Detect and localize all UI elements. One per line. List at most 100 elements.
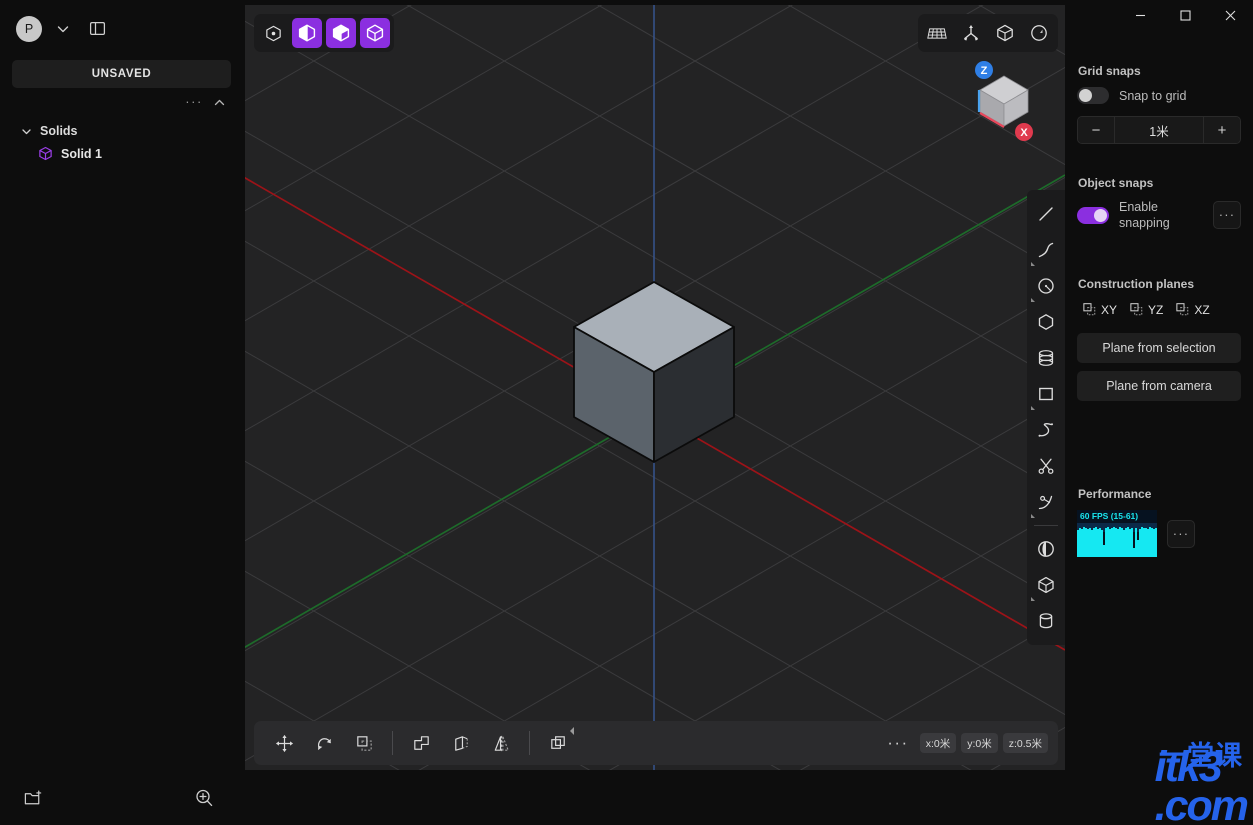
- plane-xz-icon: [1176, 303, 1189, 316]
- grid-size-stepper: − 1米 +: [1077, 116, 1241, 144]
- new-folder-button[interactable]: [20, 785, 46, 811]
- tree-collapse-button[interactable]: [212, 95, 227, 110]
- viewport-column: Z X ··· x:0米 y:0米 z:0.5米: [245, 0, 1065, 825]
- zoom-search-button[interactable]: [191, 785, 217, 811]
- cad-application-window: P UNSAVED ··· Solids Solid 1 Z X ··· x:0…: [0, 0, 1253, 825]
- trim-tool-button[interactable]: [1029, 448, 1063, 484]
- cylinder-tool-button[interactable]: [1029, 603, 1063, 639]
- sphere-icon: [1038, 541, 1054, 557]
- spline-tool-button[interactable]: [1029, 412, 1063, 448]
- orbit-camera-button[interactable]: [1024, 18, 1054, 48]
- object-snaps-more-button[interactable]: ···: [1213, 201, 1241, 229]
- grid-size-value[interactable]: 1米: [1114, 117, 1204, 143]
- offset-tool-button[interactable]: [1029, 340, 1063, 376]
- box-icon: [1038, 576, 1054, 594]
- axes-gizmo-button[interactable]: [956, 18, 986, 48]
- toolstrip-separator: [1034, 525, 1058, 526]
- plane-xy-button[interactable]: XY: [1079, 300, 1120, 319]
- grid-size-increment[interactable]: +: [1204, 117, 1240, 143]
- move-tool-button[interactable]: [267, 726, 301, 760]
- snap-to-grid-row: Snap to grid: [1077, 87, 1241, 104]
- plane-yz-button[interactable]: YZ: [1126, 300, 1166, 319]
- 3d-viewport[interactable]: Z X ··· x:0米 y:0米 z:0.5米: [245, 5, 1065, 770]
- extrude-icon: [454, 735, 468, 751]
- face-select-button[interactable]: [326, 18, 356, 48]
- wireframe-toggle-button[interactable]: [990, 18, 1020, 48]
- rotate-tool-button[interactable]: [307, 726, 341, 760]
- viewcube-z-label: Z: [981, 65, 988, 77]
- performance-bars: [1077, 527, 1157, 557]
- tree-more-button[interactable]: ···: [182, 95, 206, 109]
- drawing-tools-strip: [1027, 190, 1065, 645]
- scale-tool-button[interactable]: [347, 726, 381, 760]
- snap-to-grid-label: Snap to grid: [1119, 88, 1187, 103]
- object-snaps-title: Object snaps: [1078, 176, 1154, 190]
- performance-graph[interactable]: 60 FPS (15-61): [1077, 510, 1157, 557]
- duplicate-icon: [550, 735, 565, 749]
- boolean-union-icon: [413, 735, 429, 750]
- arc-tool-button[interactable]: [1029, 232, 1063, 268]
- line-tool-button[interactable]: [1029, 196, 1063, 232]
- save-state-button[interactable]: UNSAVED: [12, 60, 231, 88]
- extrude-tool-button[interactable]: [444, 726, 478, 760]
- performance-bar: [1155, 528, 1157, 557]
- plane-label: XY: [1101, 302, 1118, 317]
- polygon-tool-button[interactable]: [1029, 304, 1063, 340]
- avatar[interactable]: P: [16, 15, 42, 42]
- enable-snapping-toggle[interactable]: [1077, 206, 1109, 224]
- duplicate-tool-button[interactable]: [541, 726, 575, 760]
- flyout-indicator: [570, 727, 574, 735]
- arc-icon: [1038, 242, 1054, 258]
- save-state-label: UNSAVED: [91, 68, 152, 80]
- fillet-icon: [1038, 495, 1053, 510]
- performance-more-button[interactable]: ···: [1167, 519, 1195, 548]
- edge-select-button[interactable]: [292, 18, 322, 48]
- sphere-tool-button[interactable]: [1029, 531, 1063, 567]
- rectangle-tool-button[interactable]: [1029, 376, 1063, 412]
- minimize-button[interactable]: [1118, 0, 1163, 31]
- grid-toggle-button[interactable]: [922, 18, 952, 48]
- cube-edge-icon: [298, 24, 316, 42]
- account-dropdown-button[interactable]: [50, 16, 76, 42]
- minimize-icon: [1136, 14, 1145, 17]
- avatar-initial: P: [24, 21, 34, 36]
- snap-to-grid-toggle[interactable]: [1077, 87, 1109, 104]
- plane-from-camera-button[interactable]: Plane from camera: [1077, 371, 1241, 401]
- mirror-icon: [494, 735, 509, 751]
- object-snaps-row: Enable snapping ···: [1077, 199, 1241, 231]
- solid-cube-icon: [39, 146, 52, 161]
- toggle-sidebar-button[interactable]: [84, 16, 110, 42]
- select-mode-toolbar: [254, 14, 394, 52]
- viewport-more-button[interactable]: ···: [887, 734, 908, 751]
- plane-xz-button[interactable]: XZ: [1172, 300, 1212, 319]
- stacked-disks-icon: [1038, 350, 1054, 366]
- box-tool-button[interactable]: [1029, 567, 1063, 603]
- enable-snapping-label: Enable snapping: [1119, 200, 1170, 230]
- rotate-icon: [317, 737, 331, 750]
- cylinder-icon: [1039, 613, 1053, 629]
- vertex-select-button[interactable]: [258, 18, 288, 48]
- performance-title: Performance: [1078, 487, 1152, 501]
- rectangle-icon: [1039, 387, 1053, 401]
- solid-select-button[interactable]: [360, 18, 390, 48]
- scissors-icon: [1038, 458, 1054, 474]
- view-navigation-cube[interactable]: Z X: [965, 60, 1043, 142]
- sidebar-panel-icon: [89, 21, 105, 36]
- maximize-button[interactable]: [1163, 0, 1208, 31]
- fps-label: 60 FPS (15-61): [1080, 511, 1139, 521]
- wireframe-cube-icon: [997, 24, 1013, 42]
- circle-tool-button[interactable]: [1029, 268, 1063, 304]
- tree-item-solid-1[interactable]: Solid 1: [0, 142, 245, 165]
- grid-size-decrement[interactable]: −: [1078, 117, 1114, 143]
- tree-item-label: Solid 1: [61, 146, 102, 161]
- plane-from-selection-button[interactable]: Plane from selection: [1077, 333, 1241, 363]
- solid-cube[interactable]: [569, 277, 739, 467]
- boolean-tool-button[interactable]: [404, 726, 438, 760]
- fillet-tool-button[interactable]: [1029, 484, 1063, 520]
- left-sidebar: P UNSAVED ··· Solids Solid 1: [0, 0, 245, 825]
- tree-group-solids[interactable]: Solids: [0, 120, 245, 142]
- close-button[interactable]: [1208, 0, 1253, 31]
- mirror-tool-button[interactable]: [484, 726, 518, 760]
- circle-center-icon: [1038, 278, 1054, 294]
